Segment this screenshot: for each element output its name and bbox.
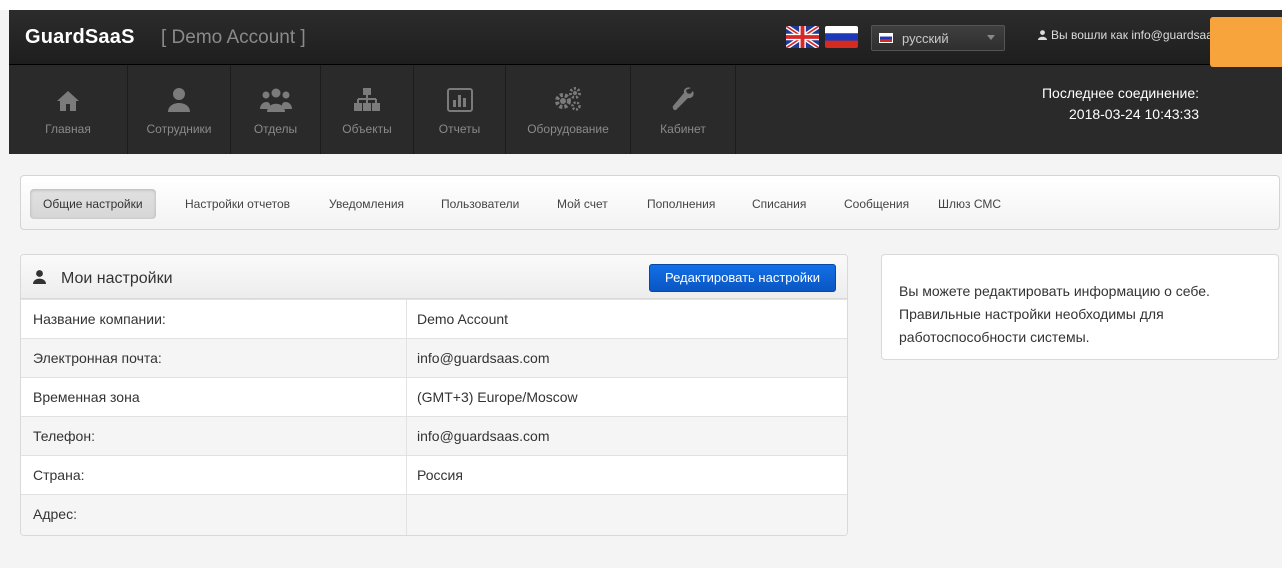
gears-icon	[553, 82, 583, 112]
tab-charges[interactable]: Списания	[752, 189, 806, 219]
top-margin	[0, 0, 1282, 10]
column-divider	[406, 456, 407, 494]
row-label: Временная зона	[33, 389, 140, 405]
row-label: Адрес:	[33, 506, 77, 522]
last-connection-value: 2018-03-24 10:43:33	[1069, 106, 1199, 122]
ru-flag-small-icon	[879, 33, 893, 43]
nav-label: Отделы	[253, 122, 298, 136]
row-value: info@guardsaas.com	[417, 350, 550, 366]
nav-item-cabinet[interactable]: Кабинет	[631, 65, 736, 154]
nav-label: Сотрудники	[146, 122, 212, 136]
column-divider	[406, 300, 407, 338]
nav-item-objects[interactable]: Объекты	[321, 65, 414, 154]
row-value: info@guardsaas.com	[417, 428, 550, 444]
group-icon	[259, 82, 292, 112]
column-divider	[406, 378, 407, 416]
last-connection-label: Последнее соединение:	[1041, 85, 1199, 101]
row-label: Электронная почта:	[33, 350, 162, 366]
nav-item-equipment[interactable]: Оборудование	[506, 65, 631, 154]
nav-item-departments[interactable]: Отделы	[231, 65, 321, 154]
uk-flag-icon[interactable]	[786, 26, 819, 48]
nav-item-home[interactable]: Главная	[9, 65, 128, 154]
row-label: Страна:	[33, 467, 85, 483]
sitemap-icon	[354, 82, 380, 112]
my-settings-panel: Мои настройки Редактировать настройки На…	[20, 254, 848, 536]
language-select[interactable]: русский	[871, 25, 1005, 51]
column-divider	[406, 339, 407, 377]
tab-topups[interactable]: Пополнения	[647, 189, 715, 219]
tab-messages[interactable]: Сообщения	[844, 189, 909, 219]
row-label: Телефон:	[33, 428, 95, 444]
settings-tabs: Общие настройки Настройки отчетов Уведом…	[20, 175, 1280, 230]
nav-item-employees[interactable]: Сотрудники	[128, 65, 231, 154]
tab-sms-gateway[interactable]: Шлюз СМС	[938, 189, 1001, 219]
nav-label: Кабинет	[660, 122, 706, 136]
table-row: Адрес:	[21, 494, 847, 535]
main-navigation: Главная Сотрудники Отделы Объекты Отчеты…	[9, 65, 1282, 154]
panel-header: Мои настройки Редактировать настройки	[21, 255, 847, 299]
user-icon	[33, 270, 46, 289]
edit-settings-button[interactable]: Редактировать настройки	[649, 264, 836, 292]
home-icon	[56, 82, 80, 112]
table-row: Электронная почта: info@guardsaas.com	[21, 338, 847, 377]
tab-report-settings[interactable]: Настройки отчетов	[185, 189, 290, 219]
row-label: Название компании:	[33, 311, 166, 327]
info-text: Вы можете редактировать информацию о себ…	[899, 283, 1210, 345]
panel-title: Мои настройки	[61, 270, 173, 287]
status-indicator[interactable]	[1210, 17, 1282, 67]
wrench-icon	[671, 82, 695, 112]
info-box: Вы можете редактировать информацию о себ…	[881, 254, 1279, 360]
row-value: Россия	[417, 467, 463, 483]
ru-flag-icon[interactable]	[825, 26, 858, 48]
nav-label: Оборудование	[527, 122, 609, 136]
table-row: Временная зона (GMT+3) Europe/Moscow	[21, 377, 847, 416]
table-row: Телефон: info@guardsaas.com	[21, 416, 847, 455]
user-icon	[168, 82, 190, 112]
chevron-down-icon	[987, 35, 995, 40]
last-connection: Последнее соединение: 2018-03-24 10:43:3…	[1042, 83, 1199, 125]
chart-icon	[446, 82, 473, 112]
header-bar: GuardSaaS [ Demo Account ] русский Вы во…	[9, 10, 1282, 65]
nav-label: Главная	[45, 122, 91, 136]
tab-my-account[interactable]: Мой счет	[557, 189, 608, 219]
column-divider	[406, 495, 407, 535]
brand-logo[interactable]: GuardSaaS	[25, 26, 135, 49]
column-divider	[406, 417, 407, 455]
row-value: (GMT+3) Europe/Moscow	[417, 389, 578, 405]
nav-label: Объекты	[342, 122, 392, 136]
nav-label: Отчеты	[438, 122, 481, 136]
nav-item-reports[interactable]: Отчеты	[414, 65, 506, 154]
tab-general-settings[interactable]: Общие настройки	[30, 189, 156, 219]
table-row: Страна: Россия	[21, 455, 847, 494]
tab-users[interactable]: Пользователи	[441, 189, 519, 219]
account-label: [ Demo Account ]	[161, 27, 306, 48]
language-value: русский	[902, 31, 949, 46]
user-icon	[1038, 29, 1047, 43]
row-value: Demo Account	[417, 311, 509, 327]
tab-notifications[interactable]: Уведомления	[329, 189, 404, 219]
table-row: Название компании: Demo Account	[21, 299, 847, 338]
